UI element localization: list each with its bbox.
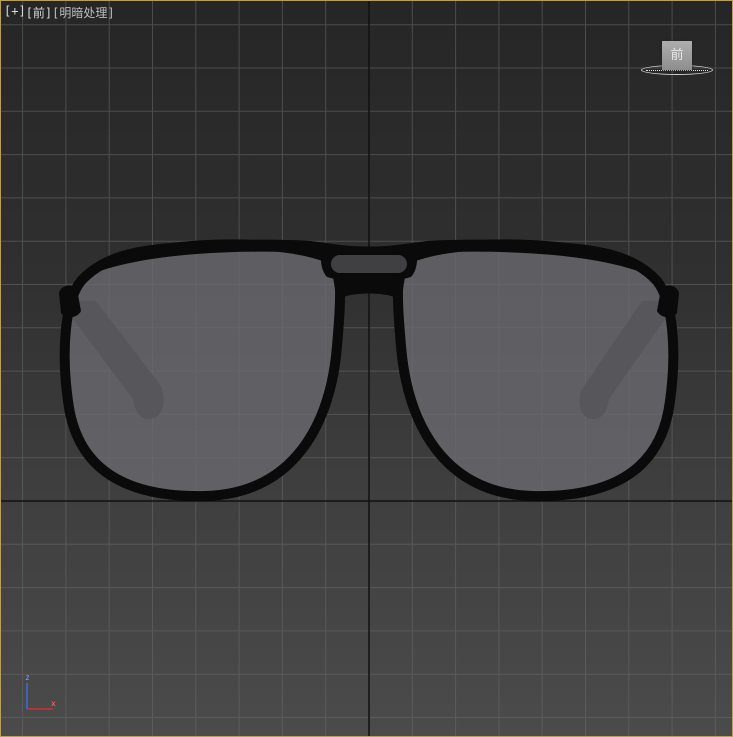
viewport-label-bar: [+] [前] [明暗处理] (4, 4, 115, 21)
axis-tripod: z x (19, 673, 65, 717)
right-lens (392, 239, 679, 502)
viewport-view-name[interactable]: [前] (26, 4, 52, 21)
viewcube-widget[interactable]: 前 (641, 39, 715, 81)
axis-z-label: z (25, 673, 30, 682)
axis-x-label: x (51, 699, 56, 708)
left-lens (59, 239, 346, 502)
viewport-scene (1, 1, 732, 736)
front-viewport[interactable]: [+] [前] [明暗处理] 前 z x (0, 0, 733, 737)
viewcube-front-face[interactable]: 前 (662, 41, 692, 70)
viewport-shading-mode[interactable]: [明暗处理] (52, 4, 114, 21)
viewport-plus-menu[interactable]: [+] (4, 4, 26, 21)
bridge-gap (331, 255, 407, 273)
